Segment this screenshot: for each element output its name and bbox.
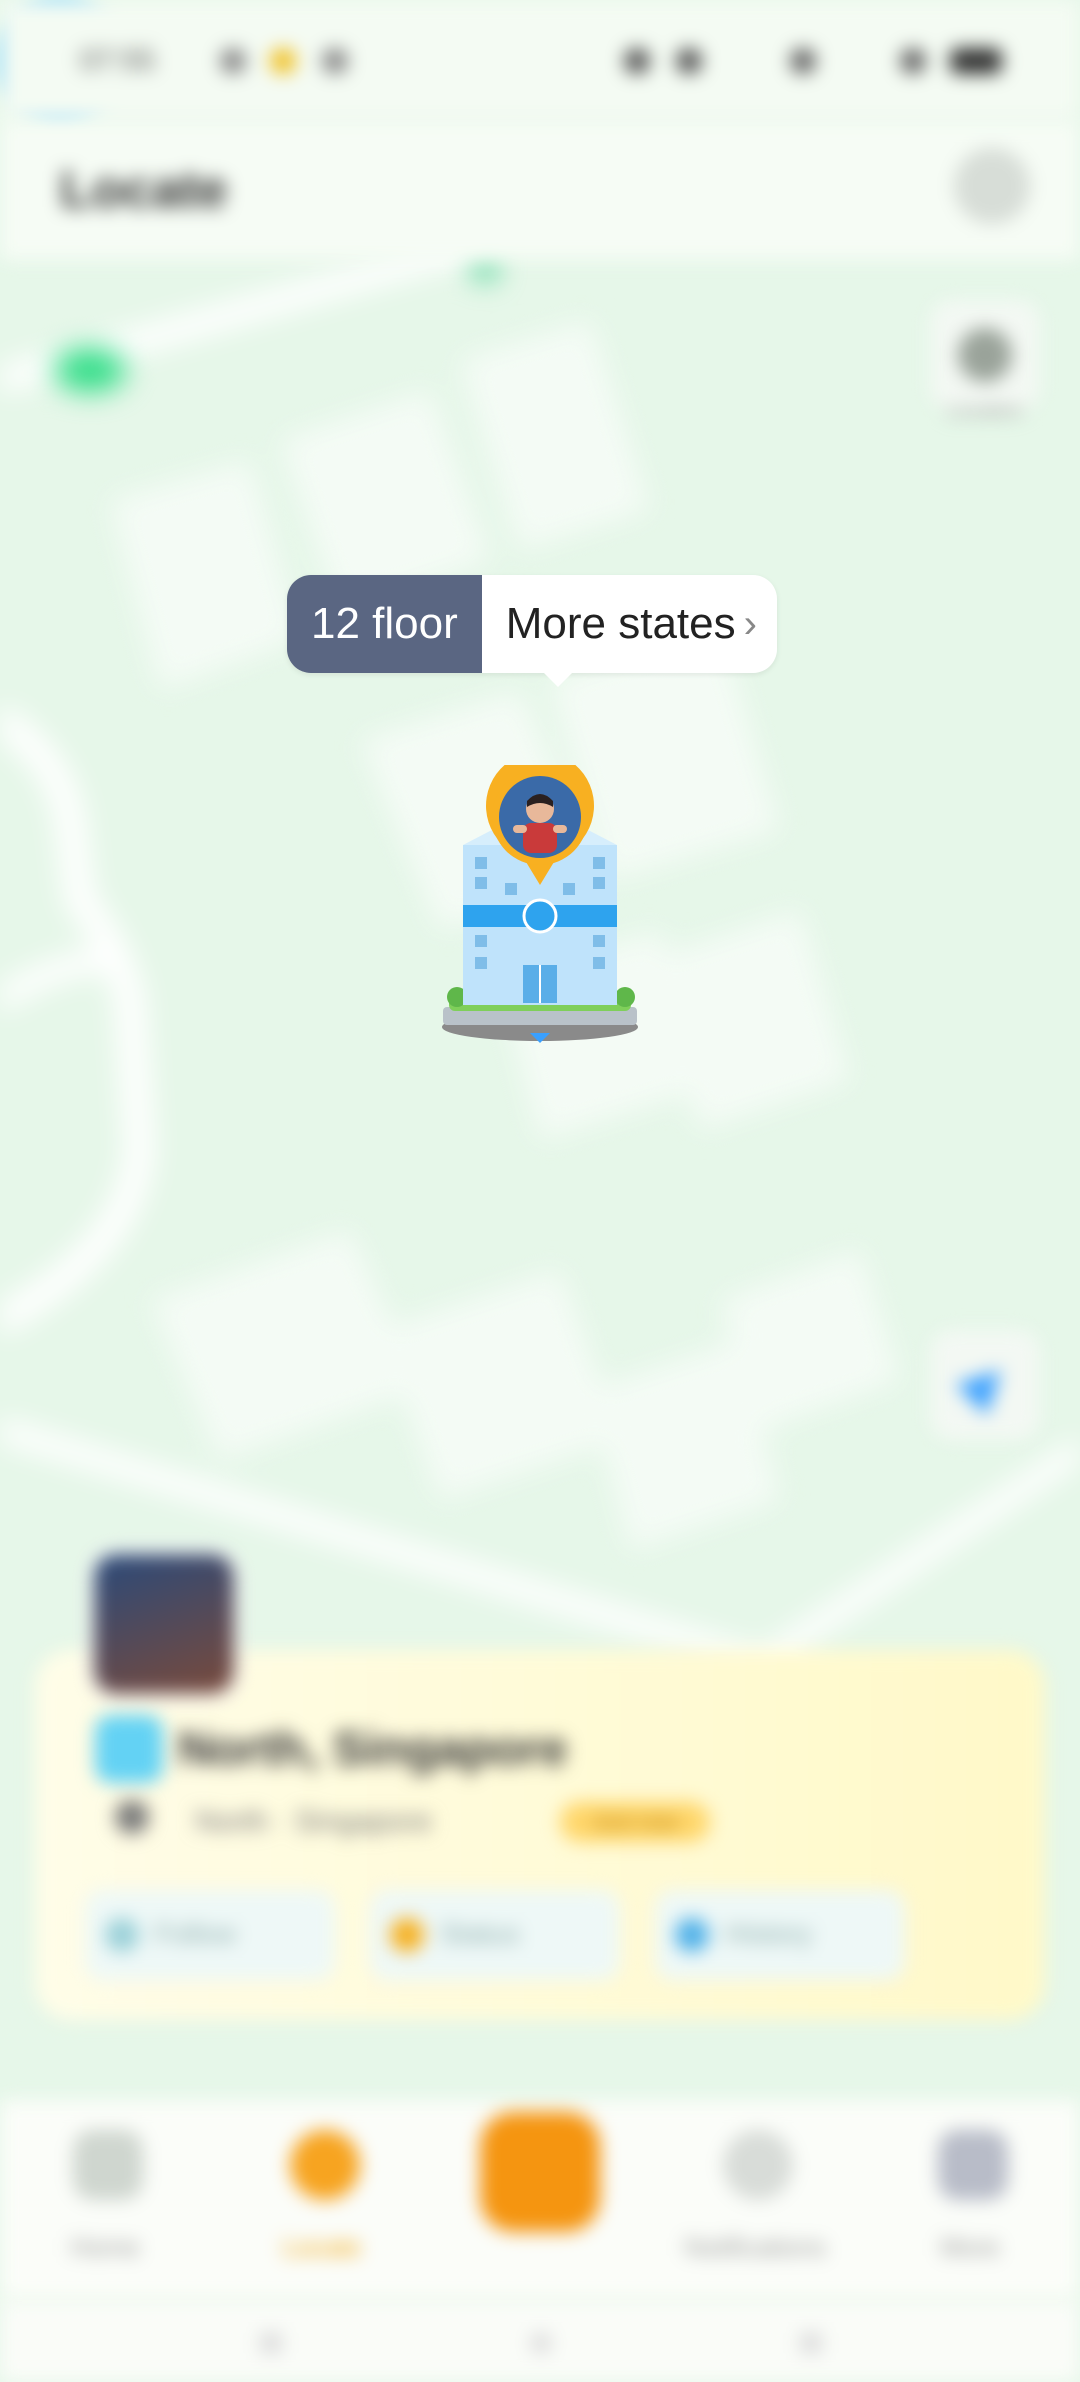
notification-icon: [220, 48, 246, 74]
home-icon: [73, 2130, 143, 2200]
locate-icon: [290, 2130, 360, 2200]
marker-info-pill[interactable]: 12 floor More states ›: [287, 575, 777, 687]
status-badge: Just now: [560, 1802, 710, 1842]
home-gesture-icon[interactable]: [530, 2332, 552, 2354]
navigation-arrow-icon: [955, 1354, 1017, 1416]
notification-icon: [270, 48, 296, 74]
app-header: Locate: [0, 120, 1080, 260]
action-label: Status: [440, 1918, 520, 1949]
building-icon: [442, 765, 638, 1043]
more-states-label: More states: [505, 599, 736, 648]
center-action-icon: [480, 2112, 600, 2232]
back-icon[interactable]: [800, 2332, 822, 2354]
nav-item-home[interactable]: Home: [5, 2100, 205, 2300]
sun-icon: [390, 1918, 424, 1952]
notification-icon: [322, 48, 348, 74]
follow-button[interactable]: Follow: [85, 1890, 335, 1980]
avatar[interactable]: [88, 1548, 240, 1700]
history-button[interactable]: History: [655, 1890, 905, 1980]
nav-label: More: [940, 2232, 1000, 2262]
location-subtitle: North · Singapore: [195, 1805, 432, 1838]
flag-icon: [675, 1918, 709, 1952]
action-label: History: [725, 1918, 813, 1949]
page-title: Locate: [60, 161, 228, 219]
location-pin-icon: [95, 1715, 163, 1783]
floor-label: 12 floor: [287, 575, 482, 673]
status-bar: 07:55: [0, 0, 1080, 120]
nav-item-center-action[interactable]: [440, 2100, 640, 2300]
address-icon: [115, 1800, 149, 1834]
chevron-right-icon: ›: [743, 602, 757, 646]
signal-icon: [900, 48, 926, 74]
status-button[interactable]: Status: [370, 1890, 620, 1980]
bell-icon: [723, 2130, 793, 2200]
location-title: North, Singapore: [178, 1723, 568, 1776]
nav-item-locate[interactable]: Locate: [222, 2100, 422, 2300]
map-canvas: [0, 237, 1080, 1692]
vibrate-icon: [676, 48, 702, 74]
layers-label: Location: [947, 400, 1023, 422]
status-time: 07:55: [80, 44, 156, 77]
nav-item-more[interactable]: More: [870, 2100, 1070, 2300]
device-location-marker[interactable]: [435, 765, 645, 1045]
menu-icon[interactable]: [260, 2332, 282, 2354]
wifi-icon: [790, 48, 816, 74]
nav-label: Notifications: [684, 2232, 826, 2262]
more-states-link[interactable]: More states ›: [481, 575, 777, 673]
alarm-icon: [624, 48, 650, 74]
route-icon: [105, 1918, 139, 1952]
grid-icon: [938, 2130, 1008, 2200]
map-view[interactable]: Location 12 floor More states ›: [0, 0, 1080, 2382]
pill-pointer: [542, 671, 574, 687]
nav-label: Locate: [282, 2232, 362, 2262]
nav-item-notifications[interactable]: Notifications: [655, 2100, 855, 2300]
bottom-nav: Home Locate Notifications More: [0, 2100, 1080, 2300]
system-nav-bar: [0, 2300, 1080, 2382]
settings-icon[interactable]: [954, 148, 1030, 224]
battery-icon: [950, 48, 1002, 74]
nav-label: Home: [70, 2232, 140, 2262]
map-layers-button[interactable]: Location: [930, 300, 1040, 422]
recenter-button[interactable]: [930, 1330, 1040, 1440]
layers-icon: [958, 328, 1012, 382]
action-label: Follow: [155, 1918, 236, 1949]
